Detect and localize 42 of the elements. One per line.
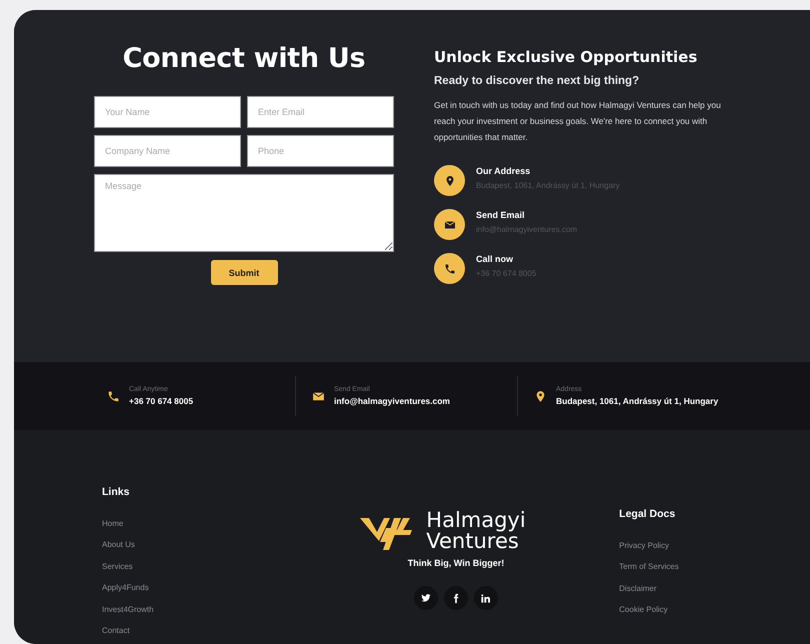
links-heading: Links xyxy=(102,486,130,498)
phone-icon xyxy=(444,262,456,274)
input-field[interactable]: Enter Email xyxy=(247,96,394,128)
info-paragraph: Get in touch with us today and find out how Halmagyi Ventures can help you reach your investment or business goals. We're here to connect you with opportunities that matter. xyxy=(434,99,722,144)
footer-link[interactable]: Apply4Funds xyxy=(102,582,293,593)
footer-link[interactable]: Cookie Policy xyxy=(619,604,810,615)
input-field[interactable]: Company Name xyxy=(94,135,241,167)
strip-value: +36 70 674 8005 xyxy=(129,396,194,406)
social-button[interactable] xyxy=(444,586,468,610)
social-button[interactable] xyxy=(414,586,438,610)
footer-link[interactable]: Contact xyxy=(102,625,293,636)
strip-value: Budapest, 1061, Andrássy út 1, Hungary xyxy=(556,396,718,406)
strip-value: info@halmagyiventures.com xyxy=(334,396,450,406)
footer-link[interactable]: Disclaimer xyxy=(619,582,810,594)
brand-name: Ventures xyxy=(426,531,519,552)
info-title: Unlock Exclusive Opportunities xyxy=(434,48,698,66)
legal-heading: Legal Docs xyxy=(619,508,676,520)
location-pin-icon xyxy=(534,390,547,402)
info-subtitle: Ready to discover the next big thing? xyxy=(434,75,640,87)
phone-icon xyxy=(107,390,120,402)
input-field[interactable]: Phone xyxy=(247,135,394,167)
footer-link[interactable]: Services xyxy=(102,560,293,572)
footer-link[interactable]: Home xyxy=(102,518,293,528)
footer-link[interactable]: Invest4Growth xyxy=(102,604,293,614)
contact-label: Call now xyxy=(476,254,514,264)
envelope-icon xyxy=(444,218,456,230)
location-pin-icon xyxy=(444,174,456,186)
contact-label: Send Email xyxy=(476,210,526,220)
footer-link[interactable]: About Us xyxy=(102,539,293,550)
contact-label: Our Address xyxy=(476,166,532,176)
input-field[interactable]: Your Name xyxy=(94,96,241,128)
message-field[interactable]: Message xyxy=(94,174,394,252)
footer-link[interactable]: Term of Services xyxy=(619,561,810,572)
brand-name: Halmagyi xyxy=(426,510,526,531)
twitter-bird-icon xyxy=(420,593,431,603)
envelope-icon xyxy=(312,390,325,402)
footer-link[interactable]: Privacy Policy xyxy=(619,540,810,550)
brand-tagline: Think Big, Win Bigger! xyxy=(408,558,504,568)
submit-button[interactable]: Submit xyxy=(210,260,278,285)
form-title: Connect with Us xyxy=(122,43,366,74)
social-button[interactable] xyxy=(474,586,498,610)
linkedin-in-icon xyxy=(481,594,490,602)
